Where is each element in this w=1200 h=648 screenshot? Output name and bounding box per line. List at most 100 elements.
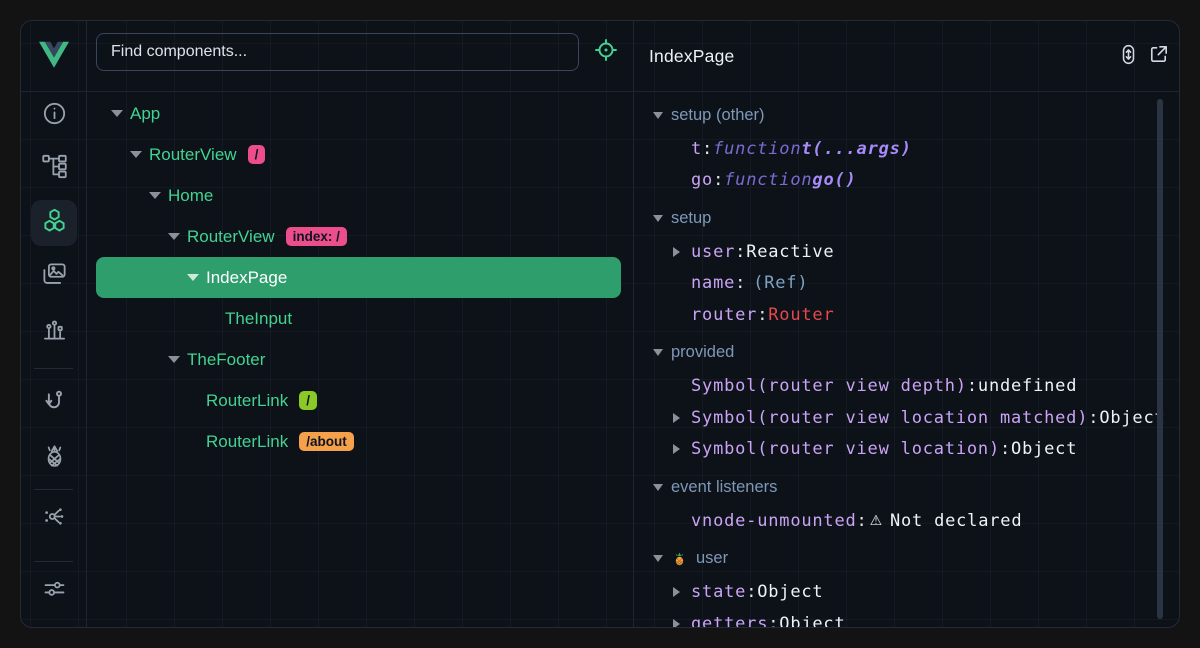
property-key: go [691,170,713,190]
scrollbar-thumb[interactable] [1157,99,1163,619]
expander-down-icon[interactable] [653,215,663,222]
property-row: t : function t(...args) [633,133,1180,165]
tree-row[interactable]: IndexPage [96,257,621,298]
section-header[interactable]: user [633,541,1180,577]
property-row[interactable]: user : Reactive [633,236,1180,268]
expander-right-icon[interactable] [673,247,680,257]
expander-down-icon[interactable] [168,356,180,363]
property-value: Object [1099,408,1165,428]
expander-down-icon[interactable] [653,555,663,562]
expander-down-icon[interactable] [187,274,199,281]
property-value: (Ref) [753,273,808,293]
sidebar-item-assets[interactable] [31,254,77,300]
sidebar-item-info[interactable] [31,93,77,139]
section-header[interactable]: setup (other) [633,97,1180,133]
tree-row[interactable]: TheFooter [96,339,621,380]
property-row[interactable]: getters : Object [633,608,1180,628]
property-row[interactable]: Symbol(router view location) : Object [633,434,1180,466]
key-value-separator: : [746,582,757,602]
state-inspector: setup (other)t : function t(...args) go :… [633,91,1180,628]
property-key: Symbol(router view depth) [691,376,967,396]
function-signature: go() [812,170,856,190]
tree-label: RouterView [149,145,237,165]
expander-down-icon[interactable] [653,349,663,356]
key-value-separator: : [757,305,768,325]
property-key: state [691,582,746,602]
tree-label: App [130,104,160,124]
search-bar [86,21,633,91]
tree-label: IndexPage [206,268,287,288]
section-label: event listeners [671,478,777,497]
open-in-editor-button[interactable] [1146,44,1171,69]
property-value: Router [768,305,834,325]
route-badge: index: / [286,227,347,246]
property-row[interactable]: state : Object [633,577,1180,609]
key-value-separator: : [1000,439,1011,459]
assets-image-icon [41,261,68,293]
sidebar-item-components[interactable] [31,200,77,246]
expander-down-icon[interactable] [653,484,663,491]
section-header[interactable]: provided [633,335,1180,371]
property-row: vnode-unmounted : ⚠Not declared [633,505,1180,537]
scroll-to-component-button[interactable] [1116,44,1141,69]
expander-right-icon[interactable] [673,619,680,628]
expander-right-icon[interactable] [673,587,680,597]
property-value: Object [779,614,845,628]
tree-row[interactable]: TheInput [96,298,621,339]
external-link-icon [1147,43,1170,71]
property-row: router : Router [633,299,1180,331]
property-row[interactable]: Symbol(router view location matched) : O… [633,402,1180,434]
target-crosshair-icon [593,37,619,68]
inspector-title: IndexPage [649,21,734,91]
section-header[interactable]: event listeners [633,469,1180,505]
tree-row[interactable]: RouterLink/about [96,421,621,462]
sidebar-item-pinia[interactable] [31,435,77,481]
property-row: Symbol(router view depth) : undefined [633,371,1180,403]
tree-row[interactable]: App [96,93,621,134]
expander-down-icon[interactable] [653,112,663,119]
expander-down-icon[interactable] [168,233,180,240]
key-value-separator: : [768,614,779,628]
search-input[interactable] [96,33,579,71]
tree-label: RouterView [187,227,275,247]
function-signature: t(...args) [801,139,911,159]
tree-row[interactable]: RouterLink/ [96,380,621,421]
sidebar-item-component-tree[interactable] [31,146,77,192]
sidebar-divider [34,368,73,369]
router-hook-icon [41,387,68,419]
function-keyword: function [713,139,801,159]
section-header[interactable]: setup [633,200,1180,236]
property-key: Symbol(router view location matched) [691,408,1088,428]
sidebar-item-graph[interactable] [31,496,77,542]
tree-label: TheFooter [187,350,265,370]
warning-icon: ⚠ [870,513,883,529]
route-badge: / [299,391,317,410]
expander-down-icon[interactable] [149,192,161,199]
section-label: user [696,549,728,568]
function-keyword: function [724,170,812,190]
sidebar-item-settings[interactable] [31,568,77,614]
expander-right-icon[interactable] [673,413,680,423]
property-value: undefined [978,376,1077,396]
sidebar-divider [34,489,73,490]
tree-row[interactable]: RouterView/ [96,134,621,175]
key-value-separator: : [735,242,746,262]
expander-down-icon[interactable] [130,151,142,158]
tree-row[interactable]: Home [96,175,621,216]
tree-label: TheInput [225,309,292,329]
tree-row[interactable]: RouterView index: / [96,216,621,257]
sidebar-item-router[interactable] [31,380,77,426]
sidebar-item-timeline[interactable] [31,308,77,354]
route-badge: /about [299,432,354,451]
property-key: vnode-unmounted [691,511,857,531]
components-hexagons-icon [41,207,68,239]
expander-down-icon[interactable] [111,110,123,117]
component-tree-icon [41,153,68,185]
sidebar-divider [34,561,73,562]
inspect-component-button[interactable] [591,37,621,67]
property-key: user [691,242,735,262]
timeline-bars-icon [41,315,68,347]
graph-icon [41,503,68,535]
mouse-scroll-icon [1117,43,1140,71]
expander-right-icon[interactable] [673,444,680,454]
